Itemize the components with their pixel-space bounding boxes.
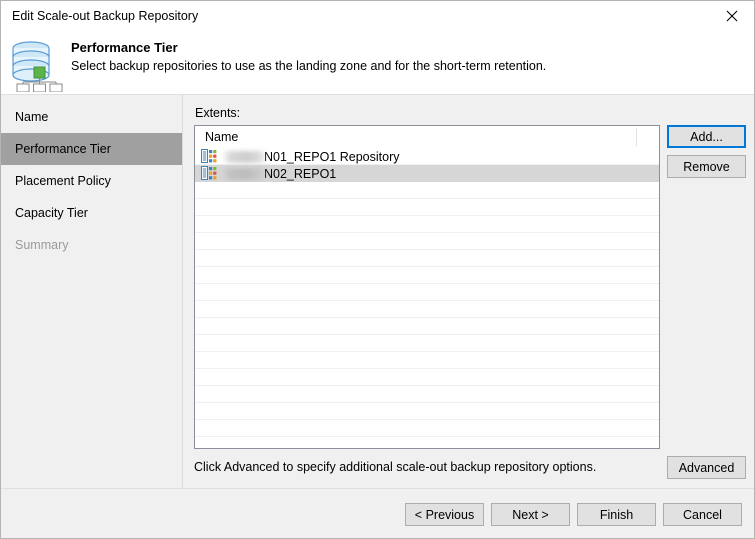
table-row-empty[interactable] (195, 403, 659, 420)
dialog-footer: < Previous Next > Finish Cancel (1, 489, 754, 538)
sidebar-item-label: Performance Tier (15, 142, 111, 156)
remove-button[interactable]: Remove (667, 155, 746, 178)
next-button[interactable]: Next > (491, 503, 570, 526)
performance-tier-panel: Extents: Name N01_REPO1 Repository N02_R… (183, 95, 754, 488)
table-row-empty[interactable] (195, 199, 659, 216)
sidebar-item-name[interactable]: Name (1, 101, 182, 133)
sidebar-item-placement-policy[interactable]: Placement Policy (1, 165, 182, 197)
table-row[interactable]: N01_REPO1 Repository (195, 148, 659, 165)
table-row-empty[interactable] (195, 301, 659, 318)
table-row-empty[interactable] (195, 335, 659, 352)
table-row-empty[interactable] (195, 437, 659, 448)
extents-listbox[interactable]: Name N01_REPO1 Repository N02_REPO1 (194, 125, 660, 449)
sidebar-item-performance-tier[interactable]: Performance Tier (1, 133, 182, 165)
titlebar: Edit Scale-out Backup Repository (1, 1, 754, 32)
sidebar-item-label: Capacity Tier (15, 206, 88, 220)
advanced-button[interactable]: Advanced (667, 456, 746, 479)
table-row-empty[interactable] (195, 182, 659, 199)
extents-column-header: Name (195, 126, 659, 148)
table-row-empty[interactable] (195, 420, 659, 437)
advanced-hint: Click Advanced to specify additional sca… (194, 460, 597, 474)
page-title: Performance Tier (71, 40, 178, 55)
sidebar-item-capacity-tier[interactable]: Capacity Tier (1, 197, 182, 229)
dialog-header: Performance Tier Select backup repositor… (1, 32, 754, 94)
cancel-button[interactable]: Cancel (663, 503, 742, 526)
table-cell-name: N01_REPO1 Repository (222, 149, 399, 164)
repository-extent-icon (201, 166, 217, 181)
table-cell-name-text: N01_REPO1 Repository (264, 149, 400, 164)
table-row-empty[interactable] (195, 267, 659, 284)
wizard-sidebar: Name Performance Tier Placement Policy C… (1, 95, 182, 488)
page-subtitle: Select backup repositories to use as the… (71, 59, 547, 73)
table-row-empty[interactable] (195, 369, 659, 386)
table-cell-name-text: N02_REPO1 (264, 166, 337, 181)
dialog-body: Name Performance Tier Placement Policy C… (1, 95, 754, 488)
add-button[interactable]: Add... (667, 125, 746, 148)
sidebar-item-label: Summary (15, 238, 69, 252)
table-row-empty[interactable] (195, 352, 659, 369)
table-cell-name: N02_REPO1 (222, 166, 336, 181)
sidebar-item-summary: Summary (1, 229, 182, 261)
column-header-separator[interactable] (636, 128, 637, 146)
scale-out-repository-icon (10, 40, 66, 93)
redacted-text (222, 150, 267, 163)
table-row-empty[interactable] (195, 284, 659, 301)
column-header-name[interactable]: Name (205, 130, 238, 144)
edit-scale-out-backup-repository-dialog: Edit Scale-out Backup Repository Perform… (0, 0, 755, 539)
sidebar-item-label: Name (15, 110, 49, 124)
previous-button[interactable]: < Previous (405, 503, 484, 526)
table-row-empty[interactable] (195, 216, 659, 233)
table-row[interactable]: N02_REPO1 (195, 165, 659, 182)
extents-label: Extents: (195, 106, 241, 120)
extents-grid: N01_REPO1 Repository N02_REPO1 (195, 148, 659, 448)
close-icon[interactable] (709, 1, 754, 31)
table-row-empty[interactable] (195, 318, 659, 335)
sidebar-item-label: Placement Policy (15, 174, 111, 188)
window-title: Edit Scale-out Backup Repository (12, 9, 199, 23)
redacted-text (222, 167, 267, 180)
repository-extent-icon (201, 149, 217, 164)
table-row-empty[interactable] (195, 386, 659, 403)
table-row-empty[interactable] (195, 233, 659, 250)
table-row-empty[interactable] (195, 250, 659, 267)
finish-button[interactable]: Finish (577, 503, 656, 526)
